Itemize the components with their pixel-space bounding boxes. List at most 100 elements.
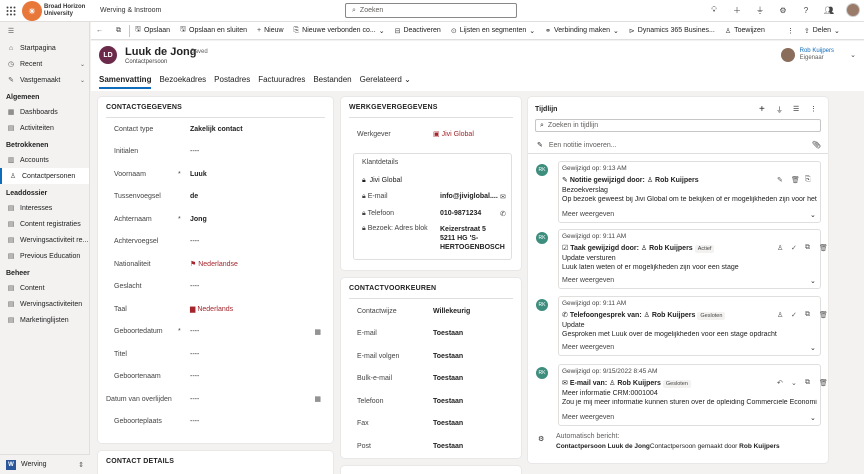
entry-author[interactable]: Rob Kuijpers — [649, 245, 693, 252]
trash-icon[interactable]: 🗑︎ — [819, 311, 828, 319]
save-button[interactable]: 🖫︎ Opslaan — [130, 22, 175, 40]
field-value-input[interactable]: ---- — [190, 396, 199, 403]
share-button[interactable]: ⇪ Delen ⌄ — [799, 22, 845, 40]
assign-icon[interactable]: ♙ — [777, 311, 783, 319]
preference-value[interactable]: Toestaan — [433, 443, 463, 450]
sidebar-item-previous-education[interactable]: ▤ Previous Education — [0, 248, 89, 264]
trash-icon[interactable]: 🗑︎ — [791, 176, 800, 184]
global-search-input[interactable]: ⌕ Zoeken — [345, 3, 517, 18]
timeline-entry[interactable]: Gewijzigd op: 9:13 AM ✎ Notitie gewijzigd… — [558, 161, 821, 223]
field-value-input[interactable]: ▆ Nederlands — [190, 305, 233, 313]
sidebar-item-dashboards[interactable]: ▦ Dashboards — [0, 104, 89, 120]
phone-icon[interactable]: ✆ — [500, 210, 506, 218]
back-button[interactable]: ← — [91, 22, 111, 40]
expand-chevron-icon[interactable]: ⌄ — [810, 414, 816, 422]
sidebar-item-marketinglijsten[interactable]: ▤ Marketinglijsten — [0, 312, 89, 328]
calendar-icon[interactable]: ▦ — [314, 328, 321, 336]
timeline-filter-icon[interactable]: ⏚ — [776, 105, 783, 115]
app-launcher-icon[interactable] — [6, 6, 16, 16]
lightbulb-icon[interactable]: 💡︎ — [708, 3, 720, 17]
area-switcher[interactable]: W Werving ⇕ — [0, 454, 90, 474]
field-value-input[interactable]: ---- — [190, 351, 199, 358]
sidebar-item-activiteiten[interactable]: ▤ Activiteiten — [0, 120, 89, 136]
show-more-link[interactable]: Meer weergeven — [562, 414, 614, 421]
field-value-input[interactable]: Jong — [190, 216, 207, 223]
werkgever-value[interactable]: ▣ Jivi Global — [433, 130, 474, 138]
lists-segments-button[interactable]: ⊙ Lijsten en segmenten ⌄ — [446, 22, 540, 40]
sidebar-item-accounts[interactable]: ▥ Accounts — [0, 152, 89, 168]
attachment-icon[interactable]: 📎︎ — [812, 141, 821, 149]
more-commands-button[interactable]: ⋮ — [782, 22, 799, 40]
tab-gerelateerd[interactable]: Gerelateerd ⌄ — [360, 75, 411, 89]
header-expand-chevron-icon[interactable]: ⌄ — [850, 51, 856, 59]
sidebar-item-wervingsactiviteit-registraties[interactable]: ▤ Wervingsactiviteit re... — [0, 232, 89, 248]
timeline-entry[interactable]: Gewijzigd op: 9:11 AM ✆ Telefoongesprek v… — [558, 296, 828, 356]
app-name[interactable]: Werving & Instroom — [100, 7, 161, 14]
new-connected-button[interactable]: ⎘ Nieuwe verbonden co... ⌄ — [289, 22, 390, 40]
plus-icon[interactable]: ＋ — [731, 3, 743, 17]
user-avatar[interactable] — [846, 3, 860, 17]
trash-icon[interactable]: 🗑︎ — [819, 244, 828, 252]
mail-icon[interactable]: ✉ — [500, 193, 506, 201]
timeline-entry[interactable]: Gewijzigd op: 9:11 AM ☑ Taak gewijzigd do… — [558, 229, 828, 289]
field-value-input[interactable]: ---- — [190, 283, 199, 290]
popout-button[interactable]: ⧉ — [111, 22, 129, 40]
sidebar-item-recent[interactable]: ◷ Recent ⌄ — [0, 56, 89, 72]
sidebar-item-wervingsactiviteiten[interactable]: ▤ Wervingsactiviteiten — [0, 296, 89, 312]
calendar-icon[interactable]: ▦ — [314, 395, 321, 403]
preference-value[interactable]: Toestaan — [433, 420, 463, 427]
owner-field[interactable]: Rob Kuijpers Eigenaar — [780, 48, 834, 62]
reply-icon[interactable]: ↶ — [777, 379, 783, 387]
pencil-icon[interactable]: ✎ — [777, 176, 783, 184]
sidebar-item-vastgemaakt[interactable]: ✎ Vastgemaakt ⌄ — [0, 72, 89, 88]
tab-bestanden[interactable]: Bestanden — [313, 75, 351, 89]
expand-chevron-icon[interactable]: ⌄ — [810, 277, 816, 285]
check-icon[interactable]: ✓ — [791, 311, 797, 319]
assign-button[interactable]: ♙ Toewijzen — [720, 22, 770, 40]
field-value-input[interactable]: de — [190, 193, 198, 200]
show-more-link[interactable]: Meer weergeven — [562, 344, 614, 351]
preference-value[interactable]: Toestaan — [433, 398, 463, 405]
owner-name[interactable]: Rob Kuijpers — [800, 48, 834, 55]
save-close-button[interactable]: 🖫︎ Opslaan en sluiten — [175, 22, 252, 40]
tab-factuuradres[interactable]: Factuuradres — [258, 75, 305, 89]
copy-icon[interactable]: ⎘ — [805, 176, 811, 184]
sidebar-item-content[interactable]: ▤ Content — [0, 280, 89, 296]
people-icon[interactable]: 👥︎ — [823, 3, 835, 17]
help-icon[interactable]: ? — [800, 3, 812, 17]
field-value-input[interactable]: ---- — [190, 418, 199, 425]
entry-author[interactable]: Rob Kuijpers — [652, 312, 696, 319]
new-button[interactable]: + Nieuw — [252, 22, 289, 40]
open-icon[interactable]: ⧉ — [805, 311, 810, 319]
entry-author[interactable]: Rob Kuijpers — [617, 380, 661, 387]
sidebar-menu-toggle[interactable]: ☰ — [0, 22, 89, 40]
sidebar-item-startpagina[interactable]: ⌂ Startpagina — [0, 40, 89, 56]
open-icon[interactable]: ⧉ — [805, 244, 810, 252]
timeline-list-icon[interactable]: ☰ — [793, 105, 799, 113]
expand-chevron-icon[interactable]: ⌄ — [810, 211, 816, 219]
tab-samenvatting[interactable]: Samenvatting — [99, 75, 152, 89]
dynamics-button[interactable]: ⊳ Dynamics 365 Busines... — [624, 22, 720, 40]
timeline-add-icon[interactable]: + — [759, 104, 765, 115]
chevron-down-icon[interactable]: ⌄ — [791, 379, 797, 387]
tab-bezoekadres[interactable]: Bezoekadres — [159, 75, 206, 89]
field-value-input[interactable]: ---- — [190, 373, 199, 380]
field-value-input[interactable]: Luuk — [190, 171, 207, 178]
sidebar-item-contactpersonen[interactable]: ♙ Contactpersonen — [0, 168, 89, 184]
trash-icon[interactable]: 🗑︎ — [819, 379, 828, 387]
field-value-input[interactable]: Zakelijk contact — [190, 126, 243, 133]
note-input[interactable]: ✎ Een notitie invoeren... — [537, 141, 817, 150]
show-more-link[interactable]: Meer weergeven — [562, 211, 614, 218]
assign-icon[interactable]: ♙ — [777, 244, 783, 252]
entry-author[interactable]: Rob Kuijpers — [655, 177, 699, 184]
gear-icon[interactable]: ⚙ — [777, 3, 789, 17]
preference-value[interactable]: Toestaan — [433, 375, 463, 382]
show-more-link[interactable]: Meer weergeven — [562, 277, 614, 284]
preference-value[interactable]: Toestaan — [433, 353, 463, 360]
preference-value[interactable]: Toestaan — [433, 330, 463, 337]
filter-icon[interactable]: ⏚ — [754, 3, 766, 17]
field-value-input[interactable]: ---- — [190, 148, 199, 155]
field-value-input[interactable]: ---- — [190, 328, 199, 335]
preference-value[interactable]: Willekeurig — [433, 308, 470, 315]
check-icon[interactable]: ✓ — [791, 244, 797, 252]
